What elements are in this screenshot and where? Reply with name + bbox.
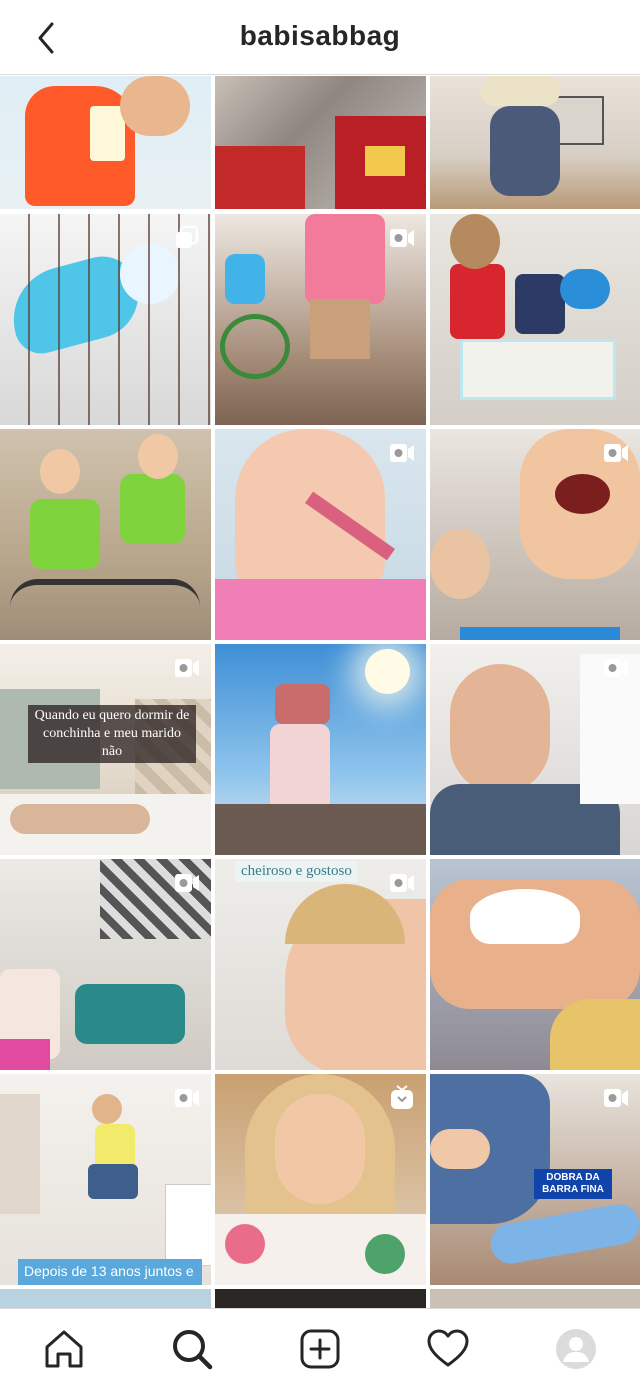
post-thumbnail[interactable]: DOBRA DA BARRA FINA <box>430 1074 640 1285</box>
post-overlay-caption: DOBRA DA BARRA FINA <box>534 1169 612 1199</box>
video-icon <box>390 874 414 892</box>
post-overlay-caption: Depois de 13 anos juntos e <box>18 1259 202 1285</box>
new-post-icon[interactable] <box>298 1327 342 1371</box>
post-thumbnail[interactable] <box>0 214 211 425</box>
post-thumbnail[interactable] <box>215 429 426 640</box>
post-thumbnail[interactable] <box>215 214 426 425</box>
video-icon <box>175 874 199 892</box>
post-thumbnail[interactable]: Depois de 13 anos juntos e <box>0 1074 211 1285</box>
video-icon <box>175 1089 199 1107</box>
post-thumbnail[interactable] <box>0 859 211 1070</box>
post-overlay-caption: Quando eu quero dormir de conchinha e me… <box>28 705 196 763</box>
video-icon <box>604 659 628 677</box>
home-icon[interactable] <box>42 1327 86 1371</box>
post-thumbnail[interactable] <box>215 644 426 855</box>
post-thumbnail[interactable] <box>430 214 640 425</box>
page-title: babisabbag <box>239 20 401 51</box>
activity-heart-icon[interactable] <box>426 1327 470 1371</box>
posts-grid: Quando eu quero dormir de conchinha e me… <box>0 76 640 1308</box>
video-icon <box>390 229 414 247</box>
post-thumbnail[interactable]: cheiroso e gostoso <box>215 859 426 1070</box>
video-icon <box>604 444 628 462</box>
post-thumbnail[interactable] <box>0 1289 211 1308</box>
post-thumbnail[interactable] <box>215 76 426 209</box>
video-icon <box>390 444 414 462</box>
igtv-icon <box>391 1085 413 1109</box>
post-thumbnail[interactable] <box>430 1289 640 1308</box>
post-thumbnail[interactable] <box>430 859 640 1070</box>
post-thumbnail[interactable] <box>215 1289 426 1308</box>
post-thumbnail[interactable] <box>0 76 211 209</box>
video-icon <box>175 659 199 677</box>
search-icon[interactable] <box>170 1327 214 1371</box>
profile-avatar[interactable] <box>554 1327 598 1371</box>
video-icon <box>604 1089 628 1107</box>
profile-header: babisabbag <box>0 0 640 75</box>
post-thumbnail[interactable] <box>0 429 211 640</box>
carousel-icon <box>176 225 199 248</box>
post-thumbnail[interactable] <box>215 1074 426 1285</box>
post-thumbnail[interactable] <box>430 429 640 640</box>
bottom-tab-bar <box>0 1308 640 1386</box>
post-overlay-caption: cheiroso e gostoso <box>235 861 358 882</box>
post-thumbnail[interactable] <box>430 76 640 209</box>
post-thumbnail[interactable] <box>430 644 640 855</box>
post-thumbnail[interactable]: Quando eu quero dormir de conchinha e me… <box>0 644 211 855</box>
